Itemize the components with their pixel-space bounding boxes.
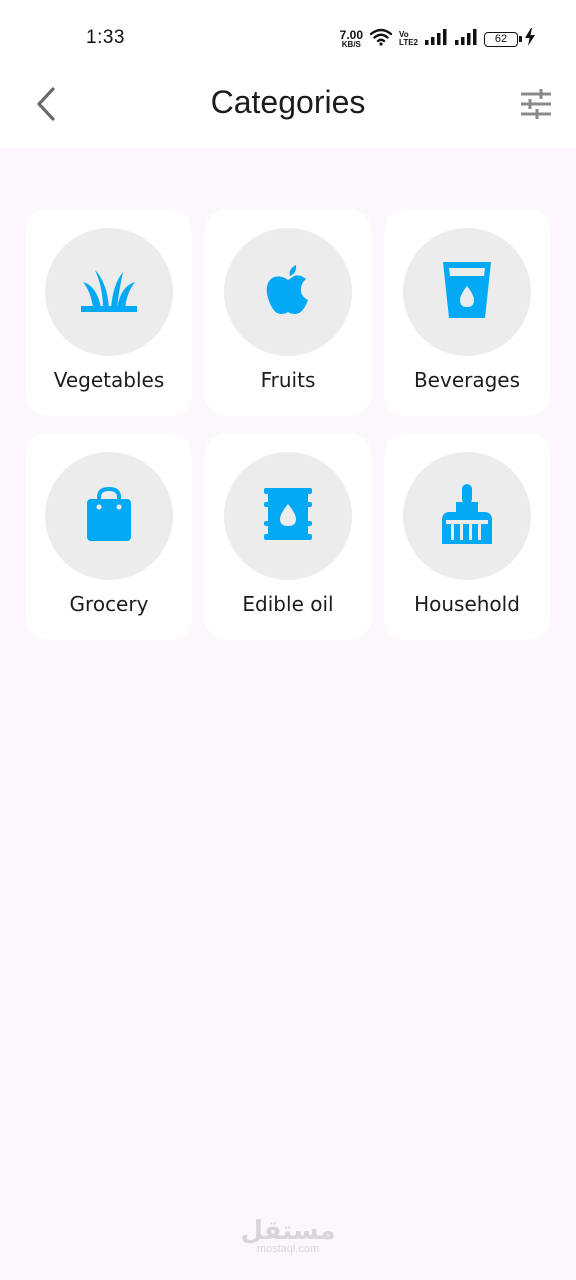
grass-icon (81, 268, 137, 316)
icon-circle (403, 228, 531, 356)
network-speed: 7.00 KB/S (340, 29, 363, 49)
watermark-logo: مستقل mostaql.com (0, 1218, 576, 1255)
oil-barrel-icon (264, 488, 312, 544)
icon-circle (224, 228, 352, 356)
status-bar: 1:33 7.00 KB/S Vo LTE2 62 (0, 0, 576, 72)
filter-button[interactable] (514, 84, 558, 128)
watermark-arabic: مستقل (240, 1216, 336, 1246)
category-card-beverages[interactable]: Beverages (384, 209, 550, 416)
category-label: Grocery (69, 592, 149, 616)
icon-circle (45, 452, 173, 580)
icon-circle (224, 452, 352, 580)
category-card-vegetables[interactable]: Vegetables (26, 209, 192, 416)
app-bar: Categories (0, 72, 576, 148)
category-card-fruits[interactable]: Fruits (205, 209, 371, 416)
category-grid: Vegetables Fruits Beverages Grocery Edib… (26, 209, 550, 640)
category-label: Fruits (260, 368, 316, 392)
volte-bottom: LTE2 (399, 38, 418, 47)
category-label: Household (414, 592, 520, 616)
category-label: Beverages (413, 368, 521, 392)
cleaning-brush-icon (442, 484, 492, 548)
icon-circle (45, 228, 173, 356)
wifi-icon (369, 27, 393, 51)
charging-bolt-icon (524, 28, 536, 50)
category-label: Edible oil (242, 592, 334, 616)
signal-strength-icon (454, 28, 478, 50)
icon-circle (403, 452, 531, 580)
category-label: Vegetables (53, 368, 165, 392)
status-time: 1:33 (86, 27, 125, 48)
category-card-edible-oil[interactable]: Edible oil (205, 433, 371, 640)
network-speed-unit: KB/S (341, 40, 361, 49)
shopping-bag-icon (87, 486, 131, 545)
status-icons: 7.00 KB/S Vo LTE2 62 (340, 26, 536, 52)
water-glass-icon (443, 262, 491, 322)
category-card-grocery[interactable]: Grocery (26, 433, 192, 640)
tune-sliders-icon (520, 89, 552, 123)
watermark-latin: mostaql.com (256, 1243, 320, 1255)
apple-icon (266, 264, 310, 320)
category-card-household[interactable]: Household (384, 433, 550, 640)
signal-strength-icon (424, 28, 448, 50)
battery-icon: 62 (484, 31, 522, 47)
page-title: Categories (210, 84, 366, 120)
volte-indicator: Vo LTE2 (399, 31, 418, 47)
battery-level: 62 (494, 33, 508, 45)
